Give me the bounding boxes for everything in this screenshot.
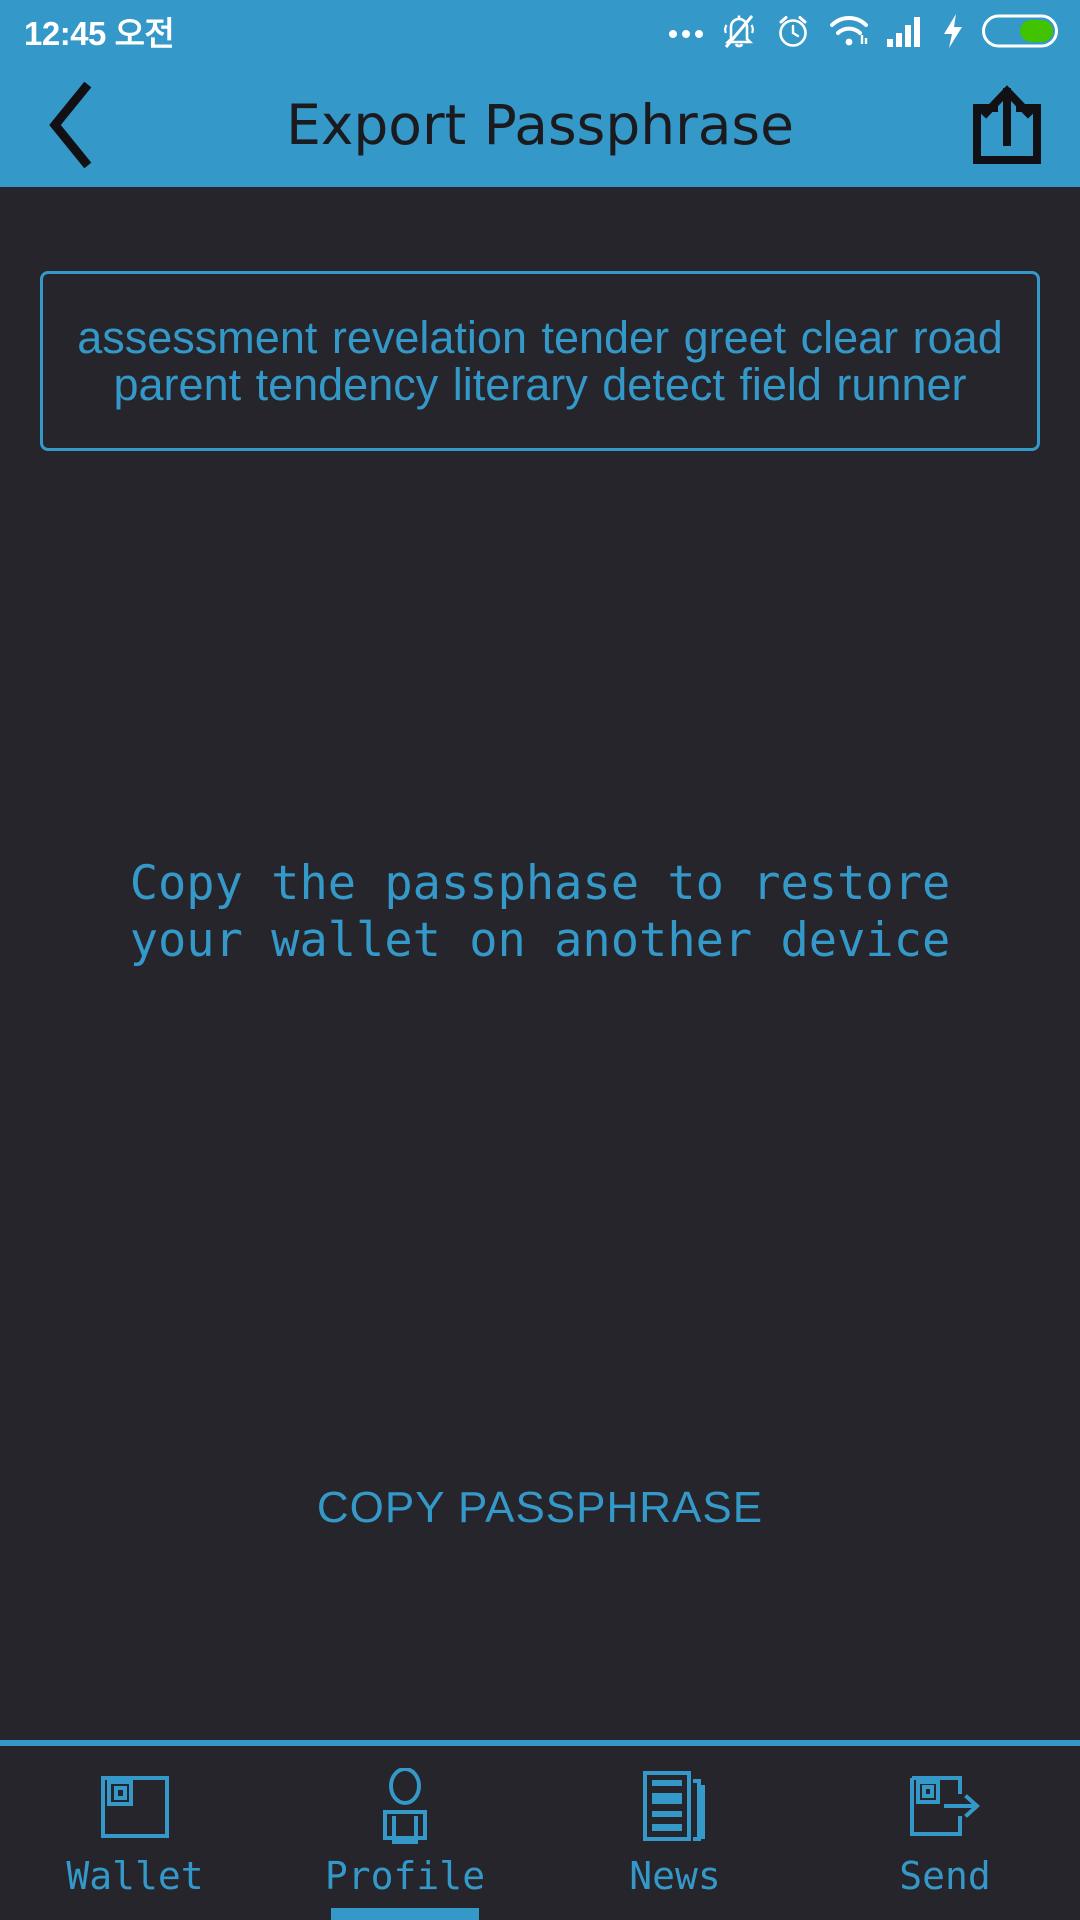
passphrase-display-box[interactable]: assessment revelation tender greet clear…	[40, 271, 1040, 451]
back-button[interactable]	[28, 81, 114, 168]
wallet-icon	[97, 1768, 173, 1844]
wifi-icon	[829, 14, 869, 48]
status-bar: 12:45 오전	[0, 0, 1080, 62]
bell-muted-icon	[721, 12, 757, 50]
share-button[interactable]	[964, 82, 1050, 168]
page-title: Export Passphrase	[286, 92, 794, 157]
bottom-navigation-bar: Wallet Profile News Send	[0, 1740, 1080, 1920]
newspaper-icon	[637, 1768, 713, 1844]
nav-label-wallet: Wallet	[66, 1854, 204, 1898]
main-content: assessment revelation tender greet clear…	[0, 187, 1080, 1740]
nav-item-wallet[interactable]: Wallet	[0, 1746, 270, 1920]
status-time: 12:45 오전	[24, 15, 175, 52]
nav-active-indicator	[331, 1908, 479, 1920]
more-dots-icon	[668, 24, 704, 38]
alarm-clock-icon	[774, 12, 812, 50]
status-icon-tray	[668, 12, 1058, 50]
copy-passphrase-action: COPY PASSPHRASE	[0, 1477, 1080, 1539]
nav-label-news: News	[629, 1854, 721, 1898]
copy-passphrase-button[interactable]: COPY PASSPHRASE	[303, 1477, 777, 1539]
charging-bolt-icon	[941, 13, 965, 49]
app-bar: Export Passphrase	[0, 62, 1080, 187]
nav-label-profile: Profile	[324, 1854, 486, 1898]
person-icon	[367, 1768, 443, 1844]
hint-text: Copy the passphase to restore your walle…	[129, 856, 951, 969]
passphrase-text: assessment revelation tender greet clear…	[77, 311, 1003, 410]
app-root: 12:45 오전 Export Passphrase assessment re…	[0, 0, 1080, 1920]
nav-item-news[interactable]: News	[540, 1746, 810, 1920]
wallet-arrow-icon	[904, 1768, 986, 1844]
nav-item-profile[interactable]: Profile	[270, 1746, 540, 1920]
bottom-nav-items: Wallet Profile News Send	[0, 1746, 1080, 1920]
nav-label-send: Send	[899, 1854, 991, 1898]
battery-icon	[982, 14, 1058, 48]
signal-bars-icon	[886, 14, 924, 48]
nav-item-send[interactable]: Send	[810, 1746, 1080, 1920]
